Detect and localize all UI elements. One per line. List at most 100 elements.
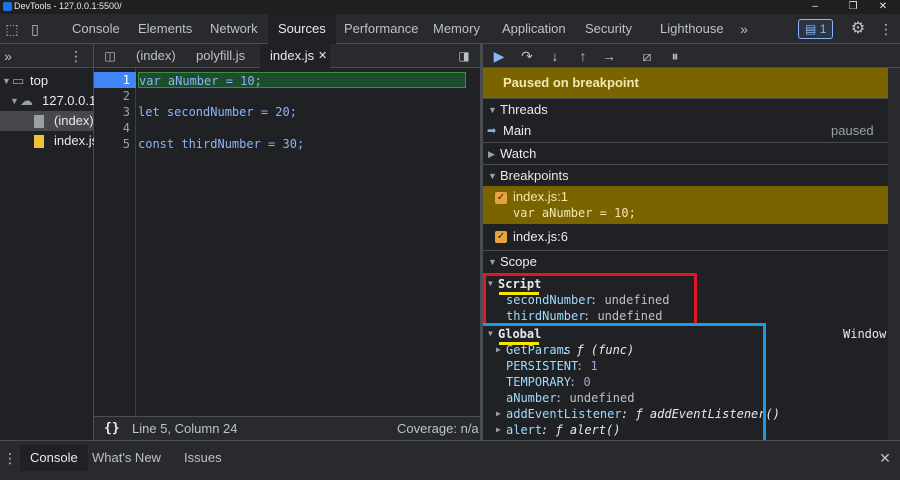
drawer-tab-whats-new[interactable]: What's New (82, 445, 171, 471)
drawer-close-icon[interactable]: ✕ (874, 441, 896, 475)
tree-item-top[interactable]: ▼ ▭ top (0, 71, 94, 91)
code-line: const thirdNumber = 30; (138, 137, 305, 151)
editor-tab-polyfill[interactable]: polyfill.js (190, 44, 251, 68)
toggle-navigator-icon[interactable]: ◫ (102, 44, 118, 68)
cursor-position: Line 5, Column 24 (132, 421, 238, 436)
expand-arrow-icon: ▼ (10, 96, 19, 106)
tree-item-index[interactable]: (index) (0, 111, 94, 131)
editor-tab-label: index.js (270, 48, 315, 63)
annotation-box-script (483, 273, 697, 326)
pretty-print-button[interactable]: {} (104, 417, 120, 441)
issues-count: 1 (819, 22, 827, 36)
tab-lighthouse[interactable]: Lighthouse (650, 14, 734, 44)
paused-banner: Paused on breakpoint (483, 68, 888, 98)
breakpoint-location: index.js:1 (513, 189, 568, 204)
line-number[interactable]: 5 (94, 136, 136, 152)
section-scope[interactable]: ▼ Scope (483, 250, 888, 272)
step-icon[interactable]: → (597, 44, 621, 68)
deactivate-breakpoints-icon[interactable]: ⧄ (635, 44, 659, 68)
pause-on-exceptions-icon[interactable]: ⏸ (663, 44, 687, 68)
navigator-more-icon[interactable]: » (0, 44, 16, 68)
collapse-arrow-icon: ▼ (488, 257, 497, 267)
toggle-debugger-icon[interactable]: ◨ (456, 44, 472, 68)
editor-tab-index-js[interactable]: index.js ✕ (260, 44, 330, 68)
editor-tabs: ◫ (index) polyfill.js index.js ✕ ◨ (94, 44, 480, 68)
step-out-icon[interactable]: ↑ (571, 44, 595, 68)
collapse-arrow-icon: ▼ (488, 105, 497, 115)
section-title: Threads (500, 102, 548, 117)
js-file-icon (34, 135, 44, 148)
line-number[interactable]: 3 (94, 104, 136, 120)
code-line: let secondNumber = 20; (138, 105, 297, 119)
expand-arrow-icon: ▼ (2, 76, 11, 86)
drawer-tab-issues[interactable]: Issues (174, 445, 232, 471)
window-close-button[interactable]: ✕ (866, 0, 900, 14)
tab-security[interactable]: Security (575, 14, 642, 44)
tab-application[interactable]: Application (492, 14, 576, 44)
breakpoint-item[interactable]: ✓ index.js:6 (483, 226, 888, 248)
debugger-sidebar: Paused on breakpoint ▼ Threads ➡ Main pa… (483, 68, 900, 440)
line-gutter: 1 2 3 4 5 (94, 68, 136, 416)
breakpoint-location: index.js:6 (513, 229, 568, 244)
tree-item-index-js[interactable]: index.js (0, 131, 94, 151)
close-tab-icon[interactable]: ✕ (318, 44, 327, 68)
drawer-toolbar: ⋮ Console What's New Issues ✕ (0, 440, 900, 480)
breakpoint-item-active[interactable]: ✓ index.js:1 var aNumber = 10; (483, 186, 888, 224)
tree-item-host[interactable]: ▼ ☁ 127.0.0.1:5500 (0, 91, 94, 111)
code-line-paused: var aNumber = 10; (138, 72, 466, 88)
drawer-menu-icon[interactable]: ⋮ (2, 441, 18, 475)
tree-item-label: index.js (54, 133, 94, 148)
minimize-button[interactable]: – (798, 0, 832, 14)
breakpoint-code: var aNumber = 10; (513, 206, 636, 220)
editor-tab-index[interactable]: (index) (130, 44, 182, 68)
tab-elements[interactable]: Elements (128, 14, 202, 44)
inspect-element-icon[interactable]: ⬚ (2, 14, 22, 44)
coverage-status: Coverage: n/a (397, 421, 479, 436)
kebab-icon[interactable]: ⋮ (876, 14, 896, 44)
breakpoint-checkbox[interactable]: ✓ (495, 231, 507, 243)
thread-state: paused (831, 123, 874, 138)
resume-icon[interactable]: ▶ (487, 44, 511, 68)
tab-network[interactable]: Network (200, 14, 268, 44)
line-number-breakpoint[interactable]: 1 (94, 72, 136, 88)
window-title: DevTools - 127.0.0.1:5500/ (14, 1, 122, 11)
gear-icon[interactable]: ⚙ (846, 14, 870, 44)
section-title: Scope (500, 254, 537, 269)
step-over-icon[interactable]: ↷ (515, 44, 539, 68)
more-tabs-icon[interactable]: » (734, 14, 754, 44)
device-toolbar-icon[interactable]: ▯ (24, 14, 46, 44)
window-titlebar: DevTools - 127.0.0.1:5500/ – ❐ ✕ (0, 0, 900, 14)
file-navigator: ▼ ▭ top ▼ ☁ 127.0.0.1:5500 (index) index… (0, 68, 94, 440)
annotation-underline-script (499, 292, 539, 295)
section-breakpoints[interactable]: ▼ Breakpoints (483, 164, 888, 186)
debugger-toolbar: ▶ ↷ ↓ ↑ → ⧄ ⏸ (483, 44, 900, 68)
issues-badge[interactable]: ▤ 1 (798, 19, 834, 39)
cloud-icon: ☁ (20, 93, 33, 108)
frame-icon: ▭ (12, 73, 25, 88)
debugger-scrollbar[interactable] (888, 68, 900, 440)
section-watch[interactable]: ▶ Watch (483, 142, 888, 164)
tab-sources[interactable]: Sources (268, 14, 336, 44)
step-into-icon[interactable]: ↓ (543, 44, 567, 68)
devtools-logo-icon (3, 2, 12, 11)
tree-item-label: (index) (54, 113, 94, 128)
annotation-underline-global (499, 342, 539, 345)
file-icon (34, 115, 44, 128)
navigator-menu-icon[interactable]: ⋮ (68, 44, 84, 68)
annotation-box-global (483, 323, 766, 440)
line-number[interactable]: 4 (94, 120, 136, 136)
section-threads[interactable]: ▼ Threads (483, 98, 888, 120)
breakpoint-checkbox[interactable]: ✓ (495, 192, 507, 204)
section-title: Breakpoints (500, 168, 569, 183)
thread-main[interactable]: ➡ Main paused (483, 120, 888, 142)
tab-memory[interactable]: Memory (423, 14, 490, 44)
code-editor[interactable]: 1 2 3 4 5 var aNumber = 10; let secondNu… (94, 68, 480, 416)
drawer-tab-console[interactable]: Console (20, 445, 88, 471)
restore-button[interactable]: ❐ (836, 0, 870, 14)
tree-item-label: top (30, 73, 49, 88)
editor-status-bar: {} Line 5, Column 24 Coverage: n/a (94, 416, 480, 440)
section-title: Watch (500, 146, 537, 161)
tab-console[interactable]: Console (62, 14, 130, 44)
line-number[interactable]: 2 (94, 88, 136, 104)
tab-performance[interactable]: Performance (334, 14, 428, 44)
